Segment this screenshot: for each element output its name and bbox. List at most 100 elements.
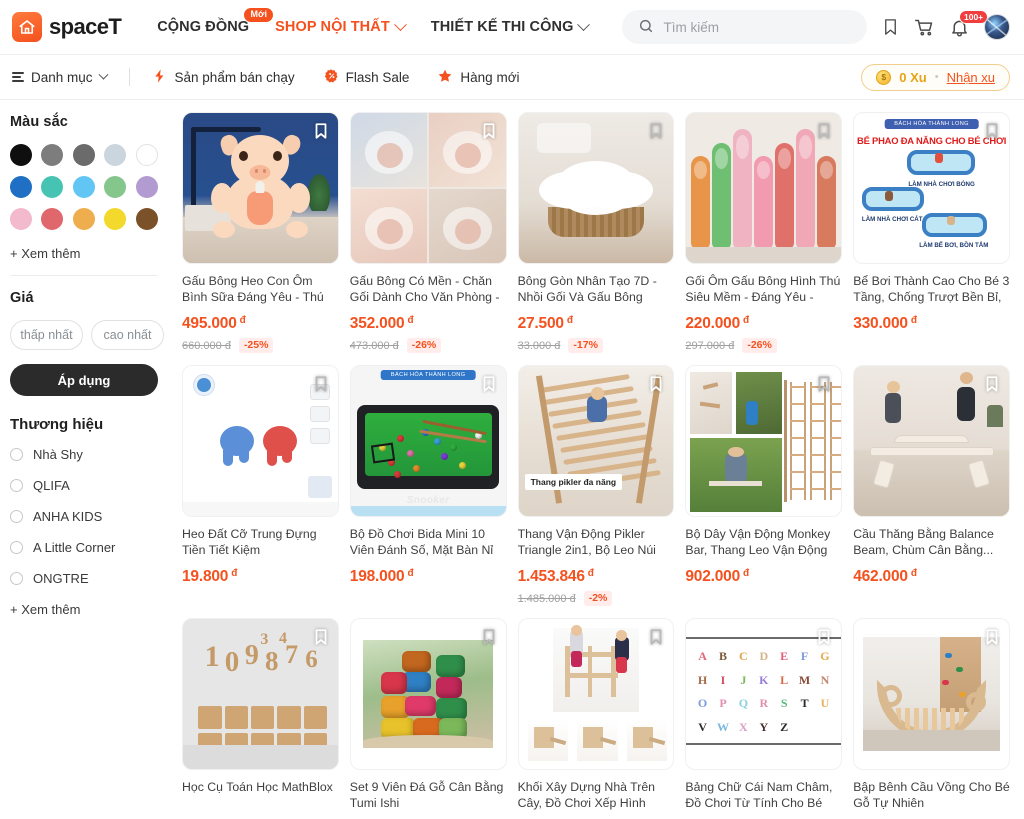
color-swatch-2[interactable] [72, 144, 95, 166]
color-swatch-4[interactable] [135, 144, 158, 166]
color-swatch-10[interactable] [10, 208, 32, 230]
bookmark-icon[interactable] [983, 374, 1001, 394]
art-shape [735, 135, 750, 159]
brand-filter-option[interactable]: ONGTRE [10, 571, 158, 586]
claim-coin-link[interactable]: Nhận xu [947, 70, 995, 85]
color-swatch-3[interactable] [104, 144, 127, 166]
price-max-input[interactable] [91, 320, 164, 350]
product-thumbnail[interactable] [349, 618, 507, 770]
search-input[interactable] [663, 19, 851, 35]
bookmark-icon[interactable] [815, 627, 833, 647]
sub-item-best-sellers[interactable]: Sản phẩm bán chạy [152, 68, 295, 87]
bookmark-icon[interactable] [480, 374, 498, 394]
color-see-more[interactable]: + Xem thêm [10, 246, 158, 261]
bookmark-icon[interactable] [983, 121, 1001, 141]
logo[interactable]: spaceT [12, 12, 122, 42]
bookmark-icon[interactable] [647, 627, 665, 647]
color-swatch-5[interactable] [10, 176, 32, 198]
product-discount-badge: -25% [238, 338, 274, 353]
radio-icon[interactable] [10, 572, 23, 585]
art-shape [790, 454, 806, 456]
product-card[interactable]: BÁCH HÓA THÀNH LONG BỂ PHAO ĐA NĂNG CHO B… [853, 112, 1010, 353]
color-swatch-8[interactable] [104, 176, 127, 198]
product-thumbnail[interactable]: BÁCH HÓA THÀNH LONG BỂ PHAO ĐA NĂNG CHO B… [853, 112, 1010, 264]
product-card[interactable]: Khối Xây Dựng Nhà Trên Cây, Đồ Chơi Xếp … [517, 618, 675, 812]
color-swatch-14[interactable] [135, 208, 158, 230]
product-thumbnail[interactable] [182, 365, 339, 517]
color-swatch-9[interactable] [135, 176, 158, 198]
nav-item-design[interactable]: THIẾT KẾ THI CÔNG [431, 17, 591, 35]
sub-item-flash-sale[interactable]: Flash Sale [323, 68, 409, 87]
product-card[interactable]: Set 9 Viên Đá Gỗ Cân Bằng Tumi Ishi [349, 618, 507, 812]
notification-icon[interactable]: 100+ [949, 9, 989, 38]
brand-filter-option[interactable]: QLIFA [10, 478, 158, 493]
radio-icon[interactable] [10, 479, 23, 492]
product-card[interactable]: Gấu Bông Heo Con Ôm Bình Sữa Đáng Yêu - … [182, 112, 339, 353]
radio-icon[interactable] [10, 448, 23, 461]
bookmark-icon[interactable] [647, 121, 665, 141]
radio-icon[interactable] [10, 510, 23, 523]
alphabet-letter: Z [780, 719, 789, 734]
product-thumbnail[interactable] [853, 618, 1010, 770]
product-card[interactable]: Bập Bênh Cầu Vồng Cho Bé Gỗ Tự Nhiên [853, 618, 1010, 812]
categories-button[interactable]: Danh mục [12, 69, 108, 85]
color-swatch-13[interactable] [104, 208, 127, 230]
product-card[interactable]: Bông Gòn Nhân Tạo 7D - Nhồi Gối Và Gấu B… [517, 112, 675, 353]
product-thumbnail[interactable] [853, 365, 1010, 517]
brand-see-more[interactable]: + Xem thêm [10, 602, 158, 617]
product-card[interactable]: Heo Đất Cỡ Trung Đựng Tiền Tiết Kiệm 19.8… [182, 365, 339, 606]
sub-item-new-arrivals[interactable]: Hàng mới [437, 68, 520, 87]
bookmark-icon[interactable] [312, 121, 330, 141]
color-swatch-1[interactable] [41, 144, 64, 166]
art-shape [247, 191, 274, 225]
product-card[interactable]: Gấu Bông Có Mền - Chăn Gối Dành Cho Văn … [349, 112, 507, 353]
product-card[interactable]: 1 0 9 8 7 6 3 4 Học Cụ Toán Học MathBlox [182, 618, 339, 812]
nav-item-community[interactable]: CỘNG ĐỒNG Mới [157, 8, 274, 35]
bookmark-icon[interactable] [312, 374, 330, 394]
product-thumbnail[interactable] [685, 365, 843, 517]
product-card[interactable]: Cầu Thăng Bằng Balance Beam, Chùm Cân Bằ… [853, 365, 1010, 606]
apply-filter-button[interactable]: Áp dụng [10, 364, 158, 396]
brand-filter-option[interactable]: A Little Corner [10, 540, 158, 555]
product-thumbnail[interactable] [182, 112, 339, 264]
product-thumbnail[interactable] [517, 112, 675, 264]
price-min-input[interactable] [10, 320, 83, 350]
cart-icon[interactable] [914, 17, 935, 38]
brand-filter-option[interactable]: ANHA KIDS [10, 509, 158, 524]
product-card[interactable]: A B C D E F G H I J K L M N O P Q R S T U V W X Y Z Bảng Chữ Cái N… [685, 618, 843, 812]
product-thumbnail[interactable] [517, 618, 675, 770]
product-thumbnail[interactable]: Thang pikler đa năng [517, 365, 675, 517]
product-card[interactable]: Bộ Dây Vận Động Monkey Bar, Thang Leo Vậ… [685, 365, 843, 606]
brand-filter-option[interactable]: Nhà Shy [10, 447, 158, 462]
bookmark-icon[interactable] [480, 121, 498, 141]
product-thumbnail[interactable]: ABCDEFG HIJKLMN OPQRSTU VWXYZ [685, 618, 843, 770]
product-card[interactable]: BÁCH HÓA THÀNH LONG Snooker Bộ Đồ Chơi Bid… [349, 365, 507, 606]
color-swatch-0[interactable] [10, 144, 32, 166]
bookmark-icon[interactable] [983, 627, 1001, 647]
search-bar[interactable] [622, 10, 867, 44]
nav-item-shop[interactable]: SHOP NỘI THẤT [275, 17, 407, 35]
avatar[interactable] [984, 14, 1010, 40]
product-thumbnail[interactable] [349, 112, 507, 264]
bookmark-icon[interactable] [815, 121, 833, 141]
price-amount: 198.000 [349, 568, 405, 585]
color-swatch-6[interactable] [41, 176, 64, 198]
bookmark-icon[interactable] [647, 374, 665, 394]
coin-pill[interactable]: $ 0 Xu • Nhận xu [861, 63, 1010, 91]
color-swatch-7[interactable] [72, 176, 95, 198]
bookmark-icon[interactable] [881, 16, 900, 38]
bookmark-icon[interactable] [480, 627, 498, 647]
product-card[interactable]: Gối Ôm Gấu Bông Hình Thú Siêu Mềm - Đáng… [685, 112, 843, 353]
product-card[interactable]: Thang pikler đa năng Thang Vận Động Pikle… [517, 365, 675, 606]
product-discount-row: 1.485.000 đ -2% [518, 591, 675, 606]
product-title: Khối Xây Dựng Nhà Trên Cây, Đồ Chơi Xếp … [517, 780, 656, 811]
product-thumbnail[interactable]: BÁCH HÓA THÀNH LONG Snooker [349, 365, 507, 517]
radio-icon[interactable] [10, 541, 23, 554]
bookmark-icon[interactable] [312, 627, 330, 647]
bookmark-icon[interactable] [815, 374, 833, 394]
color-swatch-11[interactable] [41, 208, 64, 230]
color-swatch-12[interactable] [72, 208, 95, 230]
product-thumbnail[interactable]: 109876 34 [182, 618, 339, 770]
product-thumbnail[interactable] [685, 112, 843, 264]
alphabet-letter: F [800, 649, 809, 664]
